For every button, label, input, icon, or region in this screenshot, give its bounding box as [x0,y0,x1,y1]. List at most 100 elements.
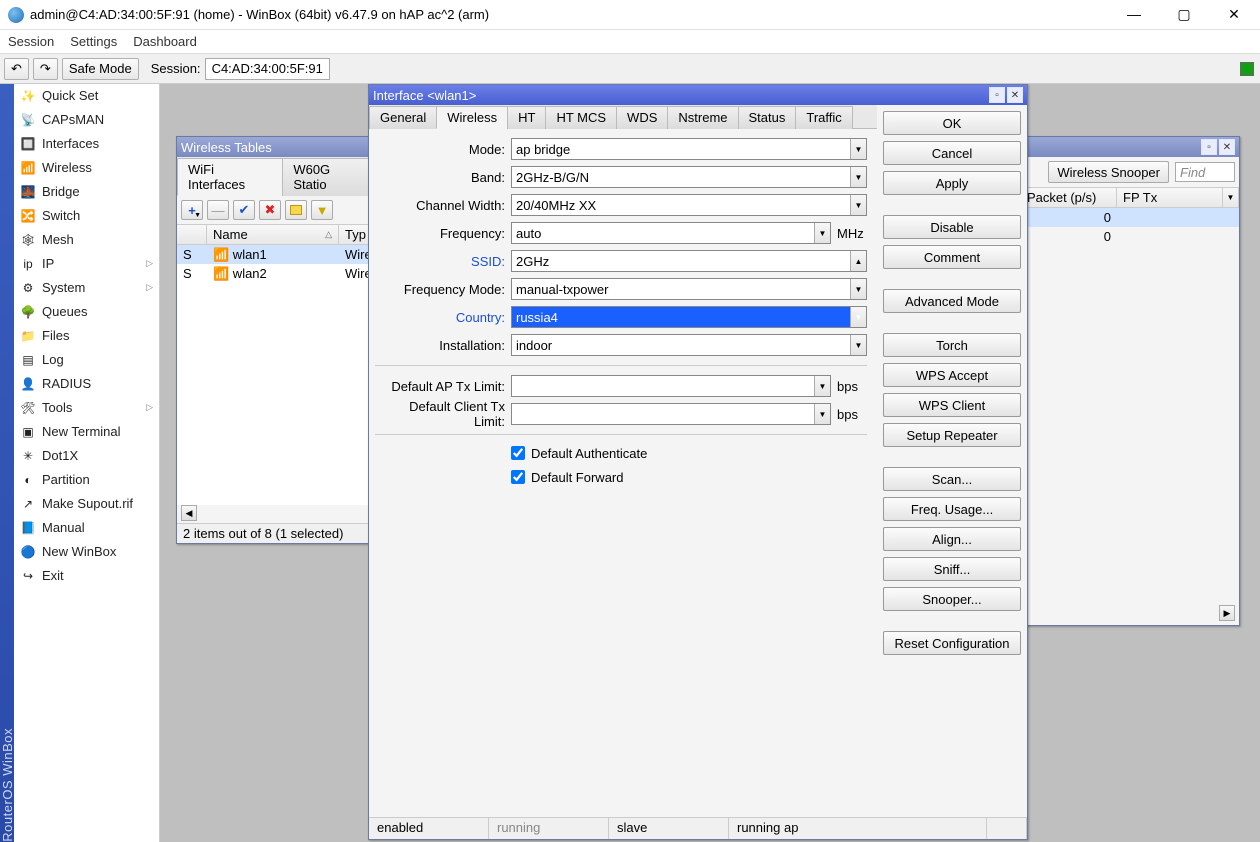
input-client-tx-limit[interactable]: ▼ [511,403,831,425]
label-country[interactable]: Country: [375,310,505,325]
rightwin-close-icon[interactable]: ✕ [1219,139,1235,155]
find-input[interactable]: Find [1175,162,1235,182]
wtables-titlebar[interactable]: Wireless Tables [177,137,375,157]
iface-titlebar[interactable]: Interface <wlan1> ▫✕ [369,85,1027,105]
tab-wifi-interfaces[interactable]: WiFi Interfaces [177,158,283,196]
dropdown-icon[interactable]: ▼ [850,167,866,187]
tab-wds[interactable]: WDS [616,106,668,129]
scroll-left-icon[interactable]: ◀ [181,505,197,521]
sidebar-item-new-winbox[interactable]: 🔵New WinBox [14,540,159,564]
input-installation[interactable]: indoor▼ [511,334,867,356]
tab-traffic[interactable]: Traffic [795,106,852,129]
sidebar-item-exit[interactable]: ↪Exit [14,564,159,588]
sidebar-item-dot1x[interactable]: ✳Dot1X [14,444,159,468]
wps-accept-button[interactable]: WPS Accept [883,363,1021,387]
input-mode[interactable]: ap bridge▼ [511,138,867,160]
dropdown-icon[interactable]: ▼ [850,307,866,327]
cell-pps-1[interactable]: 0 [1021,229,1117,244]
iface-close-icon[interactable]: ✕ [1007,87,1023,103]
wps-client-button[interactable]: WPS Client [883,393,1021,417]
disable-button[interactable]: ✖ [259,200,281,220]
cell-pps-0[interactable]: 0 [1021,210,1117,225]
tab-status[interactable]: Status [738,106,797,129]
input-ap-tx-limit[interactable]: ▼ [511,375,831,397]
advanced-mode-button[interactable]: Advanced Mode [883,289,1021,313]
sidebar-item-capsman[interactable]: 📡CAPsMAN [14,108,159,132]
reset-configuration-button[interactable]: Reset Configuration [883,631,1021,655]
comment-button[interactable]: Comment [883,245,1021,269]
scan-button[interactable]: Scan... [883,467,1021,491]
filter-button[interactable]: ▼ [311,200,333,220]
sidebar-item-files[interactable]: 📁Files [14,324,159,348]
label-ssid[interactable]: SSID: [375,254,505,269]
dropdown-icon[interactable]: ▼ [850,139,866,159]
sidebar-item-manual[interactable]: 📘Manual [14,516,159,540]
undo-button[interactable]: ↶ [4,58,29,80]
minimize-button[interactable]: — [1116,6,1152,23]
snooper-button[interactable]: Snooper... [883,587,1021,611]
col-fptx[interactable]: FP Tx [1117,188,1223,207]
table-row[interactable]: S📶 wlan1Wire [177,245,375,264]
enable-button[interactable]: ✔ [233,200,255,220]
disable-button[interactable]: Disable [883,215,1021,239]
session-field[interactable]: C4:AD:34:00:5F:91 [205,58,330,80]
sidebar-item-mesh[interactable]: 🕸Mesh [14,228,159,252]
dropdown-icon[interactable]: ▼ [850,335,866,355]
tab-w60g[interactable]: W60G Statio [282,158,376,196]
sidebar-item-new-terminal[interactable]: ▣New Terminal [14,420,159,444]
sidebar-handle[interactable]: RouterOS WinBox [0,84,14,842]
freq-usage-button[interactable]: Freq. Usage... [883,497,1021,521]
sidebar-item-bridge[interactable]: 🌉Bridge [14,180,159,204]
input-country[interactable]: russia4▼ [511,306,867,328]
sidebar-item-radius[interactable]: 👤RADIUS [14,372,159,396]
comment-button[interactable] [285,200,307,220]
scroll-right-icon[interactable]: ▶ [1219,605,1235,621]
safe-mode-button[interactable]: Safe Mode [62,58,139,80]
sidebar-item-switch[interactable]: 🔀Switch [14,204,159,228]
input-channel-width[interactable]: 20/40MHz XX▼ [511,194,867,216]
sidebar-item-interfaces[interactable]: 🔲Interfaces [14,132,159,156]
wireless-snooper-button[interactable]: Wireless Snooper [1048,161,1169,183]
menu-session[interactable]: Session [8,34,54,49]
menu-dashboard[interactable]: Dashboard [133,34,197,49]
sniff-button[interactable]: Sniff... [883,557,1021,581]
maximize-button[interactable]: ▢ [1166,6,1202,23]
add-button[interactable]: +▼ [181,200,203,220]
sidebar-item-make-supout-rif[interactable]: ↗Make Supout.rif [14,492,159,516]
torch-button[interactable]: Torch [883,333,1021,357]
menu-settings[interactable]: Settings [70,34,117,49]
cancel-button[interactable]: Cancel [883,141,1021,165]
iface-restore-icon[interactable]: ▫ [989,87,1005,103]
dropdown-icon[interactable]: ▼ [814,404,830,424]
wt-col-flag[interactable] [177,225,207,244]
sidebar-item-partition[interactable]: ◐Partition [14,468,159,492]
dropdown-icon[interactable]: ▼ [814,223,830,243]
rightwin-restore-icon[interactable]: ▫ [1201,139,1217,155]
col-packet[interactable]: Packet (p/s) [1021,188,1117,207]
dropdown-icon[interactable]: ▼ [814,376,830,396]
check-default-auth[interactable] [511,446,525,460]
tab-ht-mcs[interactable]: HT MCS [545,106,617,129]
close-button[interactable]: ✕ [1216,6,1252,23]
input-frequency[interactable]: auto▼ [511,222,831,244]
col-dropdown-icon[interactable]: ▼ [1223,188,1239,207]
sidebar-item-wireless[interactable]: 📶Wireless [14,156,159,180]
sidebar-item-queues[interactable]: 🌳Queues [14,300,159,324]
tab-general[interactable]: General [369,106,437,129]
dropdown-icon[interactable]: ▼ [850,279,866,299]
sidebar-item-log[interactable]: ▤Log [14,348,159,372]
up-icon[interactable]: ▲ [850,251,866,271]
table-row[interactable]: S📶 wlan2Wire [177,264,375,283]
input-freq-mode[interactable]: manual-txpower▼ [511,278,867,300]
check-default-forward[interactable] [511,470,525,484]
sidebar-item-quick-set[interactable]: ✨Quick Set [14,84,159,108]
sidebar-item-tools[interactable]: 🛠Tools▷ [14,396,159,420]
tab-wireless[interactable]: Wireless [436,106,508,129]
remove-button[interactable]: — [207,200,229,220]
tab-nstreme[interactable]: Nstreme [667,106,738,129]
redo-button[interactable]: ↷ [33,58,58,80]
sidebar-item-system[interactable]: ⚙System▷ [14,276,159,300]
apply-button[interactable]: Apply [883,171,1021,195]
dropdown-icon[interactable]: ▼ [850,195,866,215]
input-ssid[interactable]: 2GHz▲ [511,250,867,272]
